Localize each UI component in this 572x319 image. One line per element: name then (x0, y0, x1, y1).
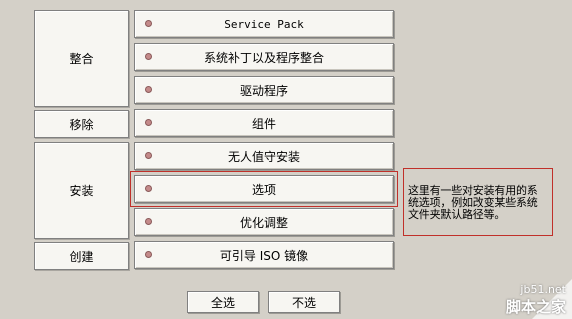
item-options[interactable]: 选项 (130, 171, 398, 207)
item-hotfix-integration[interactable]: 系统补丁以及程序整合 (134, 43, 394, 71)
group-install-label: 安装 (69, 184, 94, 198)
group-create-label: 创建 (69, 249, 94, 264)
watermark-site: jb51.net (520, 283, 566, 296)
bullet-icon (145, 251, 152, 258)
description-text: 这里有一些对安装有用的系统选项，例如改变某些系统文件夹默认路径等。 (408, 184, 538, 221)
select-all-button[interactable]: 全选 (187, 291, 259, 313)
item-label: Service Pack (224, 17, 304, 31)
item-label: 组件 (251, 116, 276, 131)
group-remove-label: 移除 (69, 117, 94, 132)
item-drivers[interactable]: 驱动程序 (134, 76, 394, 104)
select-none-button[interactable]: 不选 (268, 291, 340, 313)
group-integration: 整合 (34, 10, 129, 107)
item-bootable-iso[interactable]: 可引导 ISO 镜像 (134, 241, 394, 269)
bullet-icon (145, 119, 152, 126)
watermark-brand: 脚本之家 (505, 298, 566, 316)
group-remove: 移除 (34, 110, 129, 138)
select-all-label: 全选 (210, 295, 235, 310)
item-components[interactable]: 组件 (134, 109, 394, 137)
item-label: 系统补丁以及程序整合 (203, 50, 324, 65)
bullet-icon (145, 218, 152, 225)
item-label: 驱动程序 (239, 83, 288, 98)
item-label: 选项 (251, 182, 276, 197)
item-label: 优化调整 (239, 215, 288, 230)
item-unattended[interactable]: 无人值守安装 (134, 142, 394, 170)
select-none-label: 不选 (291, 295, 316, 310)
bullet-icon (145, 185, 152, 192)
bullet-icon (145, 53, 152, 60)
description-box: 这里有一些对安装有用的系统选项，例如改变某些系统文件夹默认路径等。 (403, 168, 553, 236)
bullet-icon (145, 152, 152, 159)
bullet-icon (145, 86, 152, 93)
item-tweaks[interactable]: 优化调整 (134, 208, 394, 236)
item-label: 无人值守安装 (227, 149, 300, 164)
item-label: 可引导 ISO 镜像 (219, 248, 309, 263)
group-integration-label: 整合 (69, 52, 94, 66)
group-install: 安装 (34, 142, 129, 239)
group-create: 创建 (34, 242, 129, 270)
bullet-icon (145, 20, 152, 27)
item-service-pack[interactable]: Service Pack (134, 10, 394, 38)
